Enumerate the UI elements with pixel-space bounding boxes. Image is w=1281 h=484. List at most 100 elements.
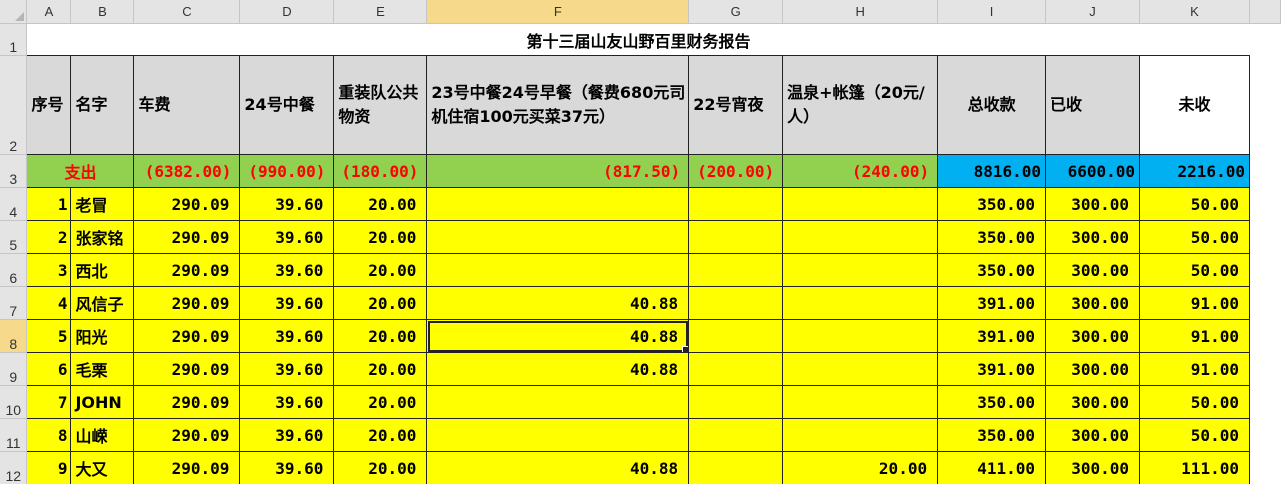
empty-cell[interactable] (1249, 386, 1280, 419)
cell-index[interactable]: 6 (26, 352, 72, 386)
expense-snack22[interactable]: (200.00) (688, 154, 784, 188)
cell-paid[interactable]: 300.00 (1045, 451, 1141, 484)
column-header-a[interactable]: A (26, 0, 72, 24)
cell-unpaid[interactable]: 91.00 (1139, 352, 1250, 386)
expense-total[interactable]: 8816.00 (937, 154, 1047, 188)
expense-lunch24[interactable]: (990.00) (239, 154, 335, 188)
cell-snack22[interactable] (688, 187, 784, 221)
cell-gear[interactable]: 20.00 (333, 451, 428, 484)
cell-spring[interactable] (782, 418, 939, 452)
cell-spring[interactable] (782, 253, 939, 287)
cell-unpaid[interactable]: 50.00 (1139, 220, 1250, 254)
cell-total[interactable]: 350.00 (937, 187, 1047, 221)
header-lunch24[interactable]: 24号中餐 (239, 55, 335, 155)
row-header-10[interactable]: 10 (0, 385, 28, 419)
empty-cell[interactable] (1249, 320, 1280, 353)
cell-meals[interactable]: 40.88 (426, 286, 690, 320)
select-all-corner[interactable] (0, 0, 28, 24)
cell-name[interactable]: 阳光 (70, 319, 135, 353)
column-header-j[interactable]: J (1045, 0, 1141, 24)
expense-meals[interactable]: (817.50) (426, 154, 690, 188)
cell-snack22[interactable] (688, 220, 784, 254)
cell-meals[interactable] (426, 220, 690, 254)
row-header-2[interactable]: 2 (0, 55, 28, 155)
report-title[interactable]: 第十三届山友山野百里财务报告 (26, 23, 1250, 56)
cell-gear[interactable]: 20.00 (333, 319, 428, 353)
cell-fare[interactable]: 290.09 (133, 187, 241, 221)
cell-paid[interactable]: 300.00 (1045, 319, 1141, 353)
empty-cell[interactable] (1249, 56, 1280, 155)
cell-total[interactable]: 350.00 (937, 418, 1047, 452)
cell-lunch24[interactable]: 39.60 (239, 187, 335, 221)
cell-name[interactable]: 山嵘 (70, 418, 135, 452)
cell-fare[interactable]: 290.09 (133, 253, 241, 287)
column-header-g[interactable]: G (688, 0, 784, 24)
header-paid[interactable]: 已收 (1045, 55, 1141, 155)
row-header-11[interactable]: 11 (0, 418, 28, 452)
column-header-f[interactable]: F (426, 0, 690, 24)
cell-meals[interactable]: 40.88 (426, 451, 690, 484)
column-header-b[interactable]: B (70, 0, 135, 24)
cell-spring[interactable]: 20.00 (782, 451, 939, 484)
cell-snack22[interactable] (688, 451, 784, 484)
empty-cell[interactable] (1249, 24, 1280, 56)
header-unpaid[interactable]: 未收 (1139, 55, 1250, 155)
cell-paid[interactable]: 300.00 (1045, 352, 1141, 386)
expense-fare[interactable]: (6382.00) (133, 154, 241, 188)
cell-snack22[interactable] (688, 418, 784, 452)
cell-index[interactable]: 7 (26, 385, 72, 419)
cell-total[interactable]: 350.00 (937, 253, 1047, 287)
row-header-1[interactable]: 1 (0, 23, 28, 56)
cell-unpaid[interactable]: 50.00 (1139, 418, 1250, 452)
cell-name[interactable]: 西北 (70, 253, 135, 287)
cell-index[interactable]: 5 (26, 319, 72, 353)
cell-snack22[interactable] (688, 319, 784, 353)
cell-gear[interactable]: 20.00 (333, 418, 428, 452)
cell-lunch24[interactable]: 39.60 (239, 253, 335, 287)
cell-fare[interactable]: 290.09 (133, 385, 241, 419)
empty-cell[interactable] (1249, 287, 1280, 320)
cell-unpaid[interactable]: 50.00 (1139, 253, 1250, 287)
cell-gear[interactable]: 20.00 (333, 286, 428, 320)
cell-name[interactable]: JOHN (70, 385, 135, 419)
cell-total[interactable]: 391.00 (937, 319, 1047, 353)
fill-handle[interactable] (682, 346, 688, 352)
cell-unpaid[interactable]: 50.00 (1139, 385, 1250, 419)
row-header-5[interactable]: 5 (0, 220, 28, 254)
cell-index[interactable]: 1 (26, 187, 72, 221)
column-header-i[interactable]: I (937, 0, 1047, 24)
cell-unpaid[interactable]: 50.00 (1139, 187, 1250, 221)
cell-lunch24[interactable]: 39.60 (239, 352, 335, 386)
cell-meals[interactable] (426, 253, 690, 287)
cell-fare[interactable]: 290.09 (133, 451, 241, 484)
cell-total[interactable]: 350.00 (937, 220, 1047, 254)
cell-paid[interactable]: 300.00 (1045, 418, 1141, 452)
cell-paid[interactable]: 300.00 (1045, 220, 1141, 254)
cell-fare[interactable]: 290.09 (133, 418, 241, 452)
cell-lunch24[interactable]: 39.60 (239, 418, 335, 452)
column-header-e[interactable]: E (333, 0, 428, 24)
row-header-12[interactable]: 12 (0, 451, 28, 484)
cell-fare[interactable]: 290.09 (133, 352, 241, 386)
row-header-6[interactable]: 6 (0, 253, 28, 287)
header-name[interactable]: 名字 (70, 55, 135, 155)
cell-spring[interactable] (782, 385, 939, 419)
cell-paid[interactable]: 300.00 (1045, 253, 1141, 287)
column-header-k[interactable]: K (1139, 0, 1250, 24)
cell-name[interactable]: 大又 (70, 451, 135, 484)
empty-cell[interactable] (1249, 221, 1280, 254)
cell-name[interactable]: 毛栗 (70, 352, 135, 386)
cell-name[interactable]: 风信子 (70, 286, 135, 320)
cell-spring[interactable] (782, 187, 939, 221)
cell-name[interactable]: 老冒 (70, 187, 135, 221)
cell-snack22[interactable] (688, 352, 784, 386)
header-index[interactable]: 序号 (26, 55, 72, 155)
cell-paid[interactable]: 300.00 (1045, 286, 1141, 320)
cell-spring[interactable] (782, 286, 939, 320)
empty-cell[interactable] (1249, 254, 1280, 287)
cell-gear[interactable]: 20.00 (333, 187, 428, 221)
cell-fare[interactable]: 290.09 (133, 319, 241, 353)
column-header-c[interactable]: C (133, 0, 241, 24)
cell-index[interactable]: 9 (26, 451, 72, 484)
expense-paid[interactable]: 6600.00 (1045, 154, 1141, 188)
